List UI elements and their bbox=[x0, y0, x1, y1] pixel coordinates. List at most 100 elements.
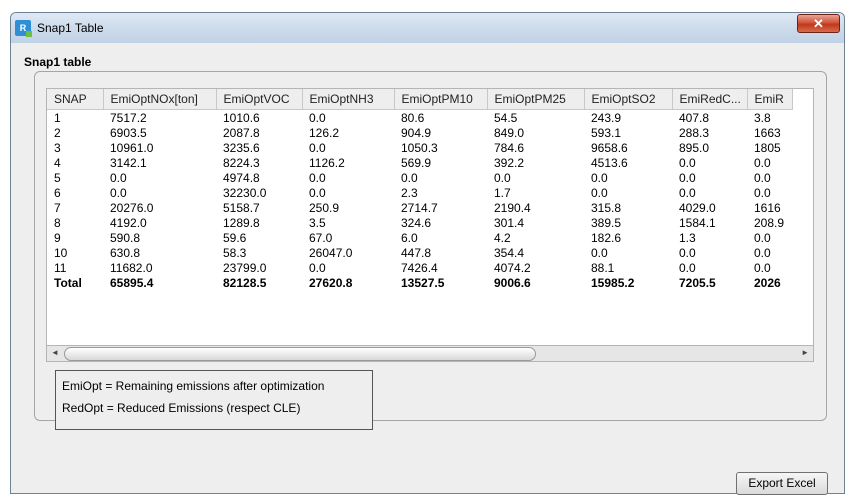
column-header[interactable]: EmiOptPM25 bbox=[487, 89, 585, 110]
table-cell: 4.2 bbox=[494, 230, 511, 245]
table-cell: 7517.2 bbox=[110, 110, 147, 125]
table-cell: 10961.0 bbox=[110, 140, 154, 155]
total-cell: 82128.5 bbox=[223, 275, 267, 290]
table-cell: 1.3 bbox=[679, 230, 696, 245]
table-cell: 569.9 bbox=[401, 155, 432, 170]
table-row[interactable]: 9 590.8 59.6 67.0 6.0 4.2 182.6 1.3 0.0 bbox=[47, 230, 792, 245]
table-cell: 3.8 bbox=[754, 110, 771, 125]
scrollbar-thumb[interactable] bbox=[64, 347, 536, 361]
table-cell: 1126.2 bbox=[309, 155, 345, 170]
table-cell: 4029.0 bbox=[679, 200, 716, 215]
table-cell: 0.0 bbox=[754, 185, 771, 200]
table-row[interactable]: 6 0.0 32230.0 0.0 2.3 1.7 0.0 0.0 0.0 bbox=[47, 185, 792, 200]
title-bar[interactable]: R Snap1 Table ✕ bbox=[11, 13, 844, 43]
table-cell: 23799.0 bbox=[223, 260, 267, 275]
table-cell: 11682.0 bbox=[110, 260, 153, 275]
table-row[interactable]: 2 6903.5 2087.8 126.2 904.9 849.0 593.1 288.3 16… bbox=[47, 125, 792, 140]
table-cell: 4513.6 bbox=[591, 155, 628, 170]
table-cell: 1.7 bbox=[494, 185, 511, 200]
table-cell: 10 bbox=[54, 245, 68, 260]
table-cell: 0.0 bbox=[754, 260, 771, 275]
table-cell: 0.0 bbox=[309, 260, 326, 275]
table-cell: 0.0 bbox=[754, 155, 771, 170]
table-cell: 0.0 bbox=[679, 245, 696, 260]
table-row[interactable]: 8 4192.0 1289.8 3.5 324.6 301.4 389.5 1584.1 208… bbox=[47, 215, 792, 230]
table-cell: 0.0 bbox=[591, 245, 608, 260]
column-header[interactable]: EmiOptVOC bbox=[216, 89, 303, 110]
table-cell: 324.6 bbox=[401, 215, 432, 230]
total-cell: 7205.5 bbox=[679, 275, 716, 290]
table-cell: 0.0 bbox=[309, 185, 326, 200]
table-cell: 1289.8 bbox=[223, 215, 260, 230]
table-row[interactable]: 11 11682.0 23799.0 0.0 7426.4 4074.2 88.1 0.0 0.… bbox=[47, 260, 792, 275]
table-row[interactable]: 3 10961.0 3235.6 0.0 1050.3 784.6 9658.6 895.0 1… bbox=[47, 140, 792, 155]
table-row[interactable]: 1 7517.2 1010.6 0.0 80.6 54.5 243.9 407.8 3.8 bbox=[47, 110, 792, 126]
table-cell: 1616 bbox=[754, 200, 781, 215]
table-cell: 67.0 bbox=[309, 230, 333, 245]
table-row[interactable]: 7 20276.0 5158.7 250.9 2714.7 2190.4 315.8 4029… bbox=[47, 200, 792, 215]
table-cell: 88.1 bbox=[591, 260, 615, 275]
table-cell: 0.0 bbox=[309, 140, 326, 155]
total-cell: 2026 bbox=[754, 275, 781, 290]
table-cell: 5158.7 bbox=[223, 200, 260, 215]
table-cell: 6.0 bbox=[401, 230, 418, 245]
table-cell: 1805 bbox=[754, 140, 781, 155]
window-content: Snap1 table SNAP EmiOptNOx[ton] EmiOptVOC E… bbox=[18, 43, 837, 495]
table-cell: 389.5 bbox=[591, 215, 622, 230]
table-row[interactable]: 4 3142.1 8224.3 1126.2 569.9 392.2 4513.6 0.0 0.… bbox=[47, 155, 792, 170]
table-row[interactable]: 10 630.8 58.3 26047.0 447.8 354.4 0.0 0.0 0.0 bbox=[47, 245, 792, 260]
total-cell: 27620.8 bbox=[309, 275, 353, 290]
table-cell: 2087.8 bbox=[223, 125, 260, 140]
column-header[interactable]: EmiOptNOx[ton] bbox=[103, 89, 217, 110]
table-cell: 5 bbox=[54, 170, 61, 185]
table-cell: 1584.1 bbox=[679, 215, 716, 230]
column-header[interactable]: EmiOptSO2 bbox=[584, 89, 673, 110]
table-cell: 20276.0 bbox=[110, 200, 154, 215]
column-header[interactable]: EmiR bbox=[747, 89, 793, 110]
table-cell: 407.8 bbox=[679, 110, 710, 125]
table-cell: 0.0 bbox=[591, 185, 608, 200]
table-cell: 354.4 bbox=[494, 245, 525, 260]
column-header[interactable]: EmiOptNH3 bbox=[302, 89, 395, 110]
table-cell: 0.0 bbox=[754, 170, 771, 185]
table-cell: 0.0 bbox=[679, 185, 696, 200]
table-cell: 0.0 bbox=[309, 110, 326, 125]
column-header[interactable]: EmiOptPM10 bbox=[394, 89, 488, 110]
table-cell: 250.9 bbox=[309, 200, 340, 215]
table-cell: 243.9 bbox=[591, 110, 622, 125]
table-cell: 9658.6 bbox=[591, 140, 628, 155]
table-cell: 301.4 bbox=[494, 215, 525, 230]
table-cell: 447.8 bbox=[401, 245, 432, 260]
column-header[interactable]: SNAP bbox=[47, 89, 104, 110]
table-cell: 2190.4 bbox=[494, 200, 531, 215]
table-cell: 593.1 bbox=[591, 125, 622, 140]
table-cell: 26047.0 bbox=[309, 245, 353, 260]
table-total-row[interactable]: Total 65895.4 82128.5 27620.8 13527.5 9006.6 1… bbox=[47, 275, 792, 290]
table-cell: 590.8 bbox=[110, 230, 141, 245]
table-cell: 1663 bbox=[754, 125, 781, 140]
export-excel-button[interactable]: Export Excel bbox=[736, 472, 828, 495]
r-plus-app-icon: R bbox=[15, 20, 32, 37]
table-cell: 1 bbox=[54, 110, 61, 125]
total-cell: Total bbox=[54, 275, 82, 290]
table-cell: 0.0 bbox=[679, 170, 696, 185]
table-cell: 4074.2 bbox=[494, 260, 531, 275]
legend-line-redopt: RedOpt = Reduced Emissions (respect CLE) bbox=[62, 401, 301, 415]
total-cell: 9006.6 bbox=[494, 275, 531, 290]
scroll-right-arrow-icon[interactable]: ► bbox=[801, 349, 809, 357]
total-cell: 65895.4 bbox=[110, 275, 154, 290]
close-button[interactable]: ✕ bbox=[797, 14, 840, 33]
table-cell: 0.0 bbox=[110, 185, 127, 200]
table-viewport: SNAP EmiOptNOx[ton] EmiOptVOC EmiOptNH3 EmiO… bbox=[46, 88, 814, 346]
table-cell: 9 bbox=[54, 230, 61, 245]
column-header[interactable]: EmiRedC... bbox=[672, 89, 748, 110]
table-row[interactable]: 5 0.0 4974.8 0.0 0.0 0.0 0.0 0.0 0.0 bbox=[47, 170, 792, 185]
table-cell: 630.8 bbox=[110, 245, 141, 260]
table-cell: 3235.6 bbox=[223, 140, 260, 155]
table-cell: 0.0 bbox=[401, 170, 418, 185]
scroll-left-arrow-icon[interactable]: ◄ bbox=[51, 349, 59, 357]
table-cell: 0.0 bbox=[591, 170, 608, 185]
table-cell: 2714.7 bbox=[401, 200, 438, 215]
horizontal-scrollbar[interactable]: ◄ ► bbox=[46, 346, 814, 362]
table-cell: 7426.4 bbox=[401, 260, 438, 275]
